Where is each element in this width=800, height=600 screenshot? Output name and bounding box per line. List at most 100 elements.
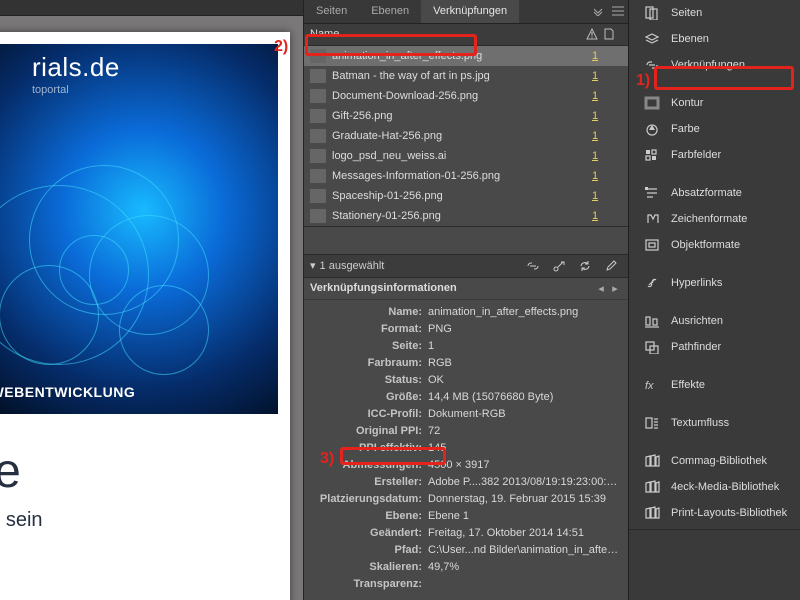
dock-item-layers[interactable]: Ebenen bbox=[629, 26, 800, 52]
stroke-icon bbox=[643, 96, 661, 110]
brand-sub: toportal bbox=[32, 84, 69, 96]
link-row[interactable]: logo_psd_neu_weiss.ai1 bbox=[304, 146, 628, 166]
document-canvas[interactable]: rials.de toportal ‹-DESIGN // WEBENTWICK… bbox=[0, 0, 303, 600]
info-key: Seite: bbox=[312, 340, 428, 352]
hero-image: rials.de toportal ‹-DESIGN // WEBENTWICK… bbox=[0, 44, 278, 414]
link-warn: 1 bbox=[586, 130, 604, 142]
link-row[interactable]: Spaceship-01-256.png1 bbox=[304, 186, 628, 206]
col-name[interactable]: Name bbox=[310, 28, 586, 40]
relink-button[interactable] bbox=[522, 257, 544, 275]
panel-dock: SeitenEbenenVerknüpfungen KonturFarbeFarb… bbox=[628, 0, 800, 600]
link-filename: Gift-256.png bbox=[332, 110, 586, 122]
info-key: Skalieren: bbox=[312, 561, 428, 573]
dock-item-link[interactable]: Verknüpfungen bbox=[629, 52, 800, 78]
category-line: ‹-DESIGN // WEBENTWICKLUNG bbox=[0, 384, 135, 400]
info-value: Dokument-RGB bbox=[428, 408, 620, 420]
link-info: Name:animation_in_after_effects.pngForma… bbox=[304, 300, 628, 600]
col-warn-icon[interactable] bbox=[586, 28, 604, 40]
tab-verknuepfungen[interactable]: Verknüpfungen bbox=[421, 0, 519, 23]
info-key: Größe: bbox=[312, 391, 428, 403]
goto-link-button[interactable] bbox=[548, 257, 570, 275]
info-next[interactable]: ▸ bbox=[608, 282, 622, 295]
link-filename: animation_in_after_effects.png bbox=[332, 50, 586, 62]
info-row: Geändert:Freitag, 17. Oktober 2014 14:51 bbox=[312, 525, 620, 542]
info-prev[interactable]: ◂ bbox=[594, 282, 608, 295]
tab-seiten[interactable]: Seiten bbox=[304, 0, 359, 23]
info-row: Status:OK bbox=[312, 372, 620, 389]
edit-original-button[interactable] bbox=[600, 257, 622, 275]
update-link-button[interactable] bbox=[574, 257, 596, 275]
dock-item-lib[interactable]: Commag-Bibliothek bbox=[629, 448, 800, 474]
dock-item-lib[interactable]: 4eck-Media-Bibliothek bbox=[629, 474, 800, 500]
info-value: 1 bbox=[428, 340, 620, 352]
dock-label: Pathfinder bbox=[671, 341, 721, 353]
link-row[interactable]: Stationery-01-256.png1 bbox=[304, 206, 628, 226]
link-info-title: Verknüpfungsinformationen ◂ ▸ bbox=[304, 278, 628, 300]
dock-item-pathfinder[interactable]: Pathfinder bbox=[629, 334, 800, 360]
info-value: 49,7% bbox=[428, 561, 620, 573]
dock-item-stroke[interactable]: Kontur bbox=[629, 90, 800, 116]
info-value: C:\User...nd Bilder\animation_in_after_e… bbox=[428, 544, 620, 556]
info-row: Farbraum:RGB bbox=[312, 355, 620, 372]
panel-menu-icon[interactable] bbox=[608, 0, 628, 23]
info-key: Ersteller: bbox=[312, 476, 428, 488]
selection-bar: 1 ausgewählt bbox=[304, 254, 628, 278]
link-row[interactable]: Batman - the way of art in ps.jpg1 bbox=[304, 66, 628, 86]
link-row[interactable]: Messages-Information-01-256.png1 bbox=[304, 166, 628, 186]
dock-label: 4eck-Media-Bibliothek bbox=[671, 481, 779, 493]
dock-label: Commag-Bibliothek bbox=[671, 455, 767, 467]
col-page-icon[interactable] bbox=[604, 28, 622, 40]
dock-item-ostyle[interactable]: Objektformate bbox=[629, 232, 800, 258]
dock-item-align[interactable]: Ausrichten bbox=[629, 308, 800, 334]
link-row[interactable]: Gift-256.png1 bbox=[304, 106, 628, 126]
dock-item-pages[interactable]: Seiten bbox=[629, 0, 800, 26]
link-row[interactable]: Graduate-Hat-256.png1 bbox=[304, 126, 628, 146]
info-key: Format: bbox=[312, 323, 428, 335]
info-row: Format:PNG bbox=[312, 321, 620, 338]
link-filename: Messages-Information-01-256.png bbox=[332, 170, 586, 182]
brand-text: rials.de bbox=[32, 52, 120, 83]
links-list[interactable]: animation_in_after_effects.png1Batman - … bbox=[304, 46, 628, 226]
dock-label: Print-Layouts-Bibliothek bbox=[671, 507, 787, 519]
link-filename: Stationery-01-256.png bbox=[332, 210, 586, 222]
link-thumb bbox=[310, 149, 326, 163]
link-thumb bbox=[310, 169, 326, 183]
link-filename: Batman - the way of art in ps.jpg bbox=[332, 70, 586, 82]
info-row: ICC-Profil:Dokument-RGB bbox=[312, 406, 620, 423]
link-filename: Document-Download-256.png bbox=[332, 90, 586, 102]
info-key: PPI effektiv: bbox=[312, 442, 428, 454]
dock-item-swatches[interactable]: Farbfelder bbox=[629, 142, 800, 168]
document-page[interactable]: rials.de toportal ‹-DESIGN // WEBENTWICK… bbox=[0, 32, 290, 600]
ostyle-icon bbox=[643, 238, 661, 252]
dock-item-hyper[interactable]: Hyperlinks bbox=[629, 270, 800, 296]
dock-item-wrap[interactable]: Textumfluss bbox=[629, 410, 800, 436]
link-row[interactable]: Document-Download-256.png1 bbox=[304, 86, 628, 106]
info-value: Ebene 1 bbox=[428, 510, 620, 522]
info-row: Platzierungsdatum:Donnerstag, 19. Februa… bbox=[312, 491, 620, 508]
info-key: Original PPI: bbox=[312, 425, 428, 437]
selected-count[interactable]: 1 ausgewählt bbox=[310, 259, 518, 272]
pathfinder-icon bbox=[643, 340, 661, 354]
dock-item-color[interactable]: Farbe bbox=[629, 116, 800, 142]
info-row: Original PPI:72 bbox=[312, 423, 620, 440]
dock-label: Zeichenformate bbox=[671, 213, 747, 225]
swatches-icon bbox=[643, 148, 661, 162]
link-warn: 1 bbox=[586, 70, 604, 82]
panel-collapse-icon[interactable] bbox=[588, 0, 608, 23]
dock-item-fx[interactable]: fxEffekte bbox=[629, 372, 800, 398]
dock-label: Effekte bbox=[671, 379, 705, 391]
dock-item-cstyle[interactable]: Zeichenformate bbox=[629, 206, 800, 232]
link-thumb bbox=[310, 189, 326, 203]
link-thumb bbox=[310, 109, 326, 123]
dock-label: Ausrichten bbox=[671, 315, 723, 327]
info-row: PPI effektiv:145 bbox=[312, 440, 620, 457]
info-key: Status: bbox=[312, 374, 428, 386]
dock-item-pstyle[interactable]: Absatzformate bbox=[629, 180, 800, 206]
dock-item-lib[interactable]: Print-Layouts-Bibliothek bbox=[629, 500, 800, 526]
link-row[interactable]: animation_in_after_effects.png1 bbox=[304, 46, 628, 66]
info-key: Ebene: bbox=[312, 510, 428, 522]
links-panel: Seiten Ebenen Verknüpfungen Name animati… bbox=[303, 0, 628, 600]
tab-ebenen[interactable]: Ebenen bbox=[359, 0, 421, 23]
info-value: Donnerstag, 19. Februar 2015 15:39 bbox=[428, 493, 620, 505]
lib-icon bbox=[643, 506, 661, 520]
